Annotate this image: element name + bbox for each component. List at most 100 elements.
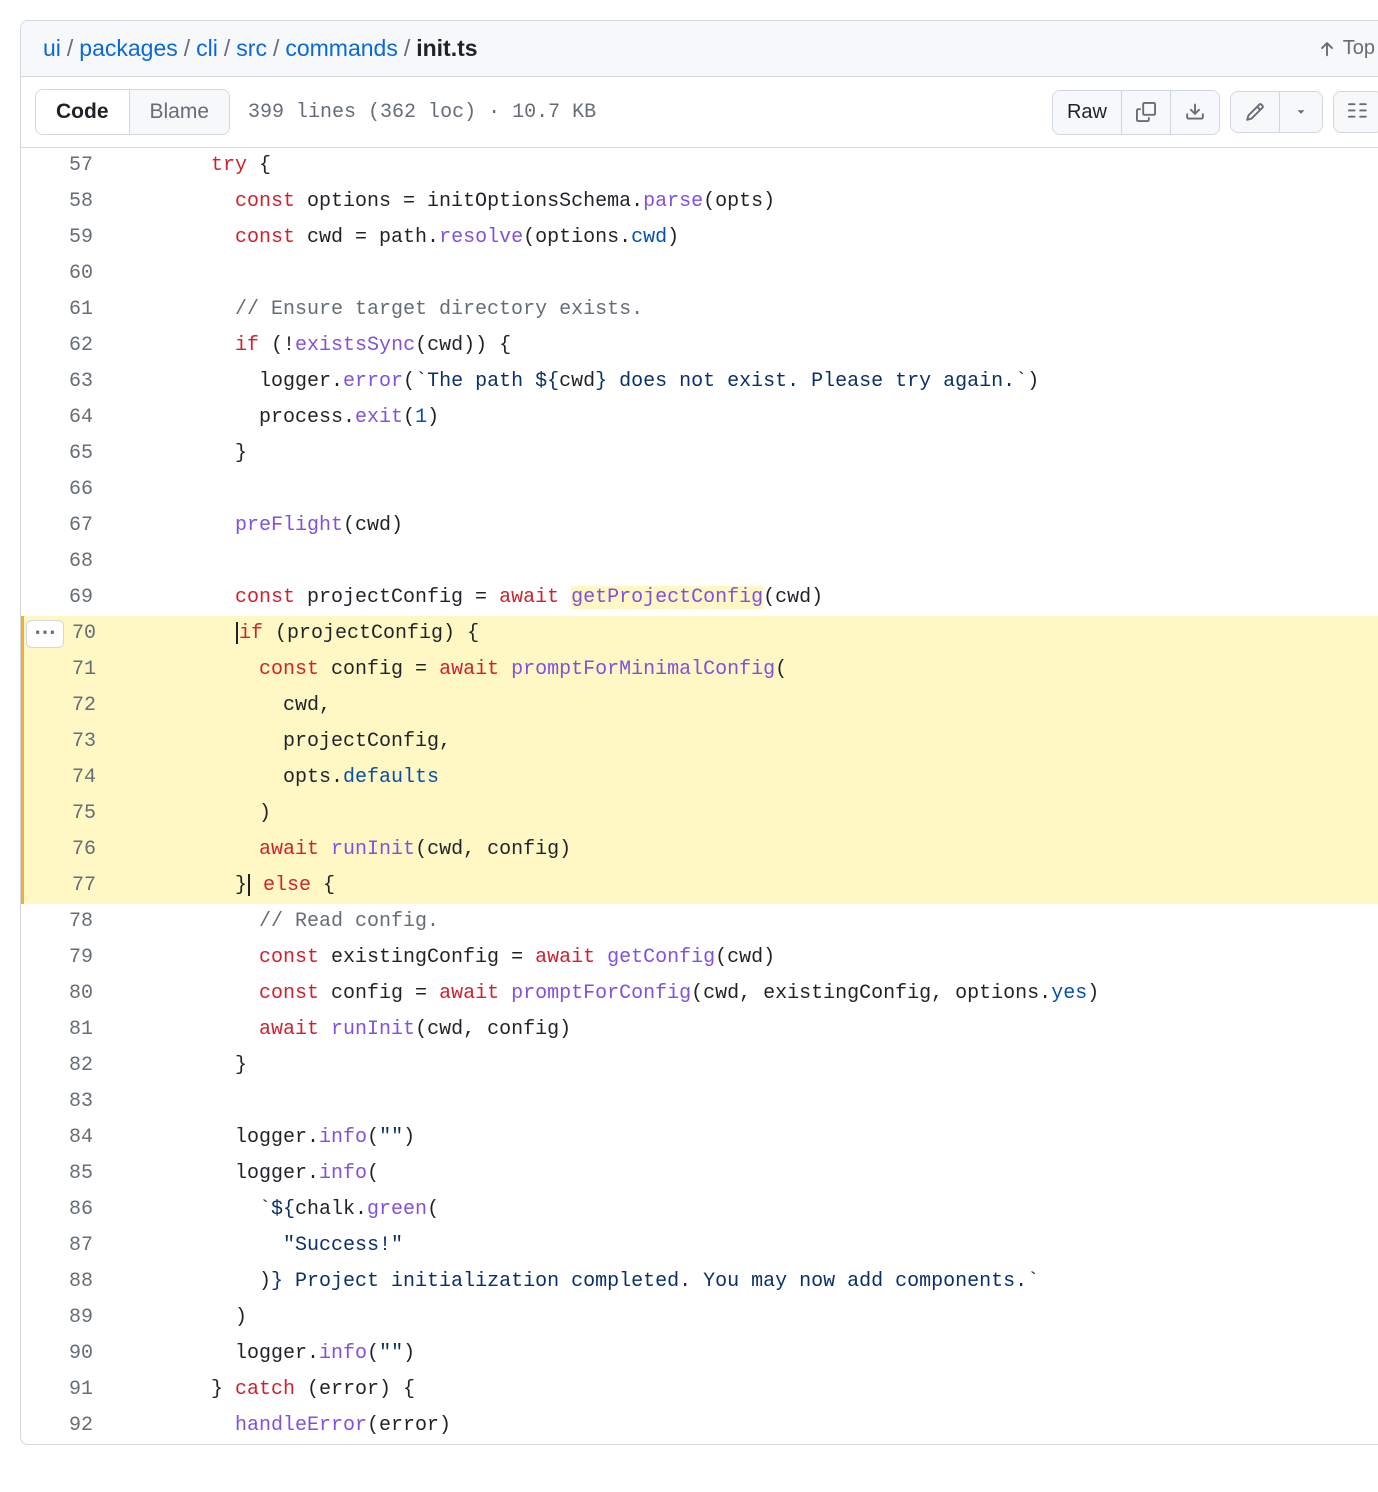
line-number[interactable]: 77 (21, 868, 143, 904)
line-number[interactable]: 90 (21, 1336, 143, 1372)
line-number[interactable]: 91 (21, 1372, 143, 1408)
code-line[interactable]: } (143, 1048, 1378, 1084)
line-number[interactable]: 75 (21, 796, 143, 832)
code-line[interactable]: const options = initOptionsSchema.parse(… (143, 184, 1378, 220)
line-number[interactable]: 63 (21, 364, 143, 400)
breadcrumb-link[interactable]: packages (79, 35, 177, 62)
line-number[interactable]: 79 (21, 940, 143, 976)
line-number[interactable]: 60 (21, 256, 143, 292)
code-line[interactable] (143, 1084, 1378, 1120)
code-line[interactable]: // Ensure target directory exists. (143, 292, 1378, 328)
line-number[interactable]: 92 (21, 1408, 143, 1444)
code-token: (cwd, existingConfig, options. (691, 982, 1051, 1005)
line-number[interactable]: 68 (21, 544, 143, 580)
line-actions-button[interactable]: ⋯ (26, 620, 64, 648)
code-line[interactable]: logger.info("") (143, 1336, 1378, 1372)
download-button[interactable] (1170, 91, 1219, 134)
line-number[interactable]: 59 (21, 220, 143, 256)
code-line[interactable]: // Read config. (143, 904, 1378, 940)
code-line[interactable]: preFlight(cwd) (143, 508, 1378, 544)
code-line[interactable]: opts.defaults (143, 760, 1378, 796)
code-line[interactable]: ) (143, 1300, 1378, 1336)
file-header: ui/ packages/ cli/ src/ commands/ init.t… (21, 21, 1378, 77)
code-line[interactable]: const cwd = path.resolve(options.cwd) (143, 220, 1378, 256)
code-line[interactable]: try { (143, 148, 1378, 184)
raw-button[interactable]: Raw (1053, 91, 1121, 134)
tab-blame[interactable]: Blame (130, 90, 230, 134)
code-line[interactable]: handleError(error) (143, 1408, 1378, 1444)
code-line[interactable]: cwd, (143, 688, 1378, 724)
code-token: 1 (415, 406, 427, 429)
breadcrumb-link[interactable]: commands (285, 35, 397, 62)
code-line[interactable]: const existingConfig = await getConfig(c… (143, 940, 1378, 976)
code-line[interactable]: if (!existsSync(cwd)) { (143, 328, 1378, 364)
line-number[interactable]: 71 (21, 652, 143, 688)
line-number[interactable]: 83 (21, 1084, 143, 1120)
symbols-button[interactable] (1334, 92, 1378, 132)
tab-code[interactable]: Code (36, 90, 130, 134)
code-token: existingConfig = (319, 946, 535, 969)
line-number[interactable]: 80 (21, 976, 143, 1012)
code-line[interactable]: process.exit(1) (143, 400, 1378, 436)
line-number[interactable]: 58 (21, 184, 143, 220)
code-line[interactable] (143, 256, 1378, 292)
code-line[interactable]: if (projectConfig) { (143, 616, 1378, 652)
line-number[interactable]: 61 (21, 292, 143, 328)
line-number[interactable]: 84 (21, 1120, 143, 1156)
code-token: cwd = path. (295, 226, 439, 249)
line-number[interactable]: 64 (21, 400, 143, 436)
code-line[interactable]: const config = await promptForMinimalCon… (143, 652, 1378, 688)
line-number[interactable]: 82 (21, 1048, 143, 1084)
line-number[interactable]: 57 (21, 148, 143, 184)
code-line[interactable]: `${chalk.green( (143, 1192, 1378, 1228)
line-number[interactable]: 86 (21, 1192, 143, 1228)
code-line[interactable]: projectConfig, (143, 724, 1378, 760)
line-number[interactable]: 78 (21, 904, 143, 940)
breadcrumb-link[interactable]: ui (43, 35, 61, 62)
line-number[interactable]: 89 (21, 1300, 143, 1336)
code-line[interactable]: const projectConfig = await getProjectCo… (143, 580, 1378, 616)
code-token (163, 946, 259, 969)
copy-button[interactable] (1121, 91, 1170, 134)
code-line[interactable]: await runInit(cwd, config) (143, 1012, 1378, 1048)
edit-button[interactable] (1231, 92, 1279, 132)
code-line[interactable]: "Success!" (143, 1228, 1378, 1264)
code-line[interactable]: ) (143, 796, 1378, 832)
line-number[interactable]: 87 (21, 1228, 143, 1264)
breadcrumb-link[interactable]: cli (196, 35, 218, 62)
code-token: ) (403, 1342, 415, 1365)
line-number[interactable]: 65 (21, 436, 143, 472)
line-number[interactable]: 67 (21, 508, 143, 544)
line-number[interactable]: 76 (21, 832, 143, 868)
code-line[interactable]: } else { (143, 868, 1378, 904)
code-line[interactable]: logger.info( (143, 1156, 1378, 1192)
line-number[interactable]: 70⋯ (21, 616, 143, 652)
code-token: (error) (367, 1414, 451, 1437)
line-number[interactable]: 69 (21, 580, 143, 616)
line-number[interactable]: 88 (21, 1264, 143, 1300)
code-line[interactable]: logger.error(`The path ${cwd} does not e… (143, 364, 1378, 400)
code-line[interactable]: } (143, 436, 1378, 472)
code-token: opts. (163, 766, 343, 789)
line-number[interactable]: 74 (21, 760, 143, 796)
line-number[interactable]: 72 (21, 688, 143, 724)
edit-dropdown-button[interactable] (1279, 92, 1322, 132)
scroll-top-button[interactable]: Top (1317, 37, 1375, 60)
code-line[interactable]: logger.info("") (143, 1120, 1378, 1156)
code-token: logger. (163, 1162, 319, 1185)
code-line[interactable] (143, 544, 1378, 580)
code-line[interactable]: } catch (error) { (143, 1372, 1378, 1408)
code-line[interactable]: )} Project initialization completed. You… (143, 1264, 1378, 1300)
line-number[interactable]: 81 (21, 1012, 143, 1048)
code-token: getProjectConfig (571, 586, 763, 609)
code-row: 91 } catch (error) { (21, 1372, 1378, 1408)
breadcrumb-link[interactable]: src (236, 35, 267, 62)
line-number[interactable]: 66 (21, 472, 143, 508)
code-line[interactable]: await runInit(cwd, config) (143, 832, 1378, 868)
line-number[interactable]: 73 (21, 724, 143, 760)
line-number[interactable]: 85 (21, 1156, 143, 1192)
code-row: 90 logger.info("") (21, 1336, 1378, 1372)
code-line[interactable]: const config = await promptForConfig(cwd… (143, 976, 1378, 1012)
code-line[interactable] (143, 472, 1378, 508)
line-number[interactable]: 62 (21, 328, 143, 364)
